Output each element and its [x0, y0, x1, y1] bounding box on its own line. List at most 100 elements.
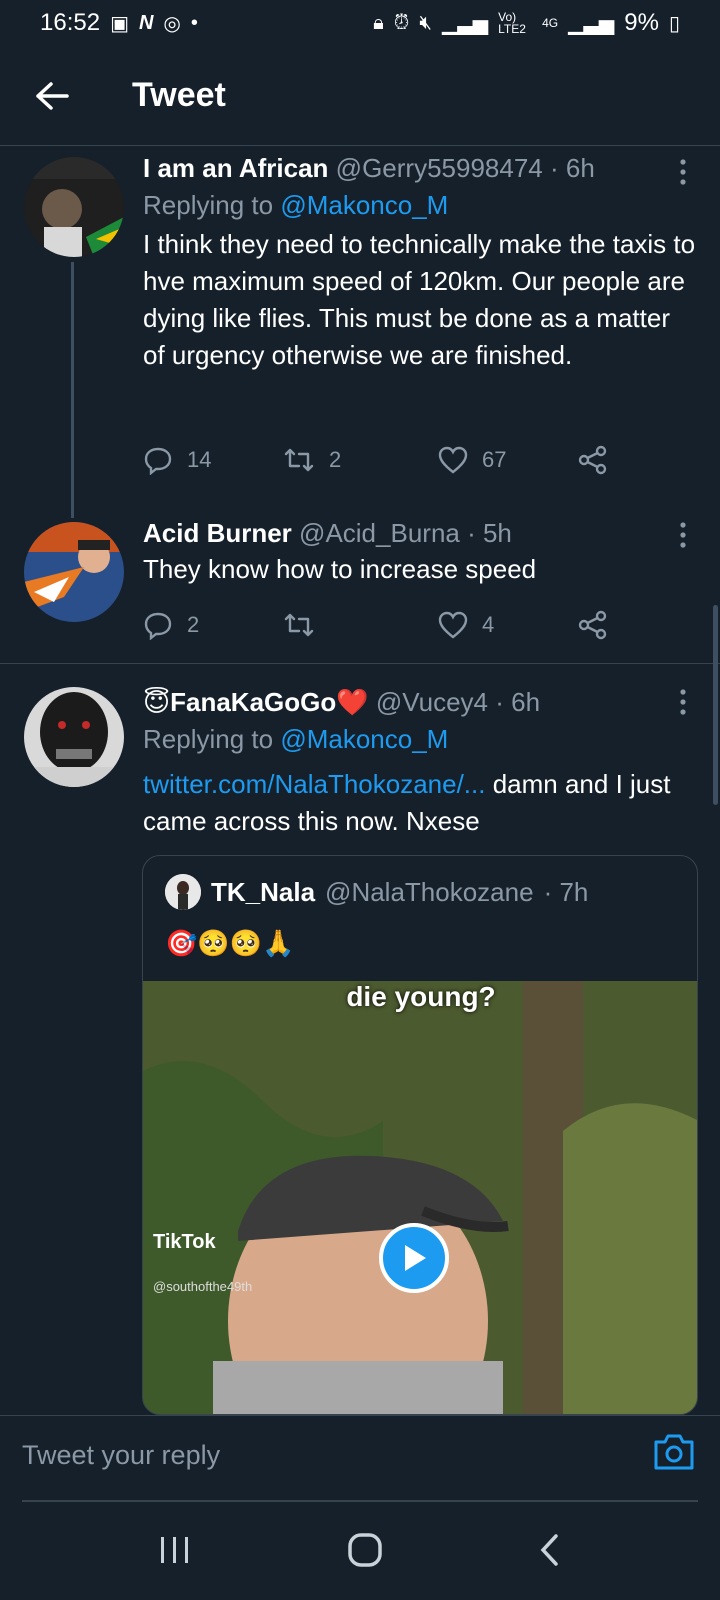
heart-icon	[438, 611, 468, 639]
camera-button[interactable]	[652, 1432, 696, 1476]
alarm-icon: ⏰︎	[393, 11, 410, 34]
reply-icon	[144, 612, 172, 640]
avatar[interactable]	[24, 522, 124, 622]
replying-to: Replying to @Makonco_M	[143, 720, 698, 758]
display-name[interactable]: 😇FanaKaGoGo❤️	[143, 687, 369, 717]
battery-level: 9%	[624, 9, 659, 36]
reply-input[interactable]: Tweet your reply	[22, 1440, 220, 1471]
display-name[interactable]: Acid Burner	[143, 518, 292, 548]
tweet-header: 😇FanaKaGoGo❤️ @Vucey4 · 6h	[143, 684, 698, 720]
like-count: 4	[482, 612, 495, 637]
share-button[interactable]	[578, 610, 608, 640]
video-scene	[143, 981, 697, 1414]
avatar-image	[24, 157, 124, 257]
timestamp: · 7h	[543, 876, 589, 907]
tweet-actions: 14 2 67	[143, 445, 608, 475]
tweet-text: I think they need to technically make th…	[143, 229, 696, 370]
reply-bar: Tweet your reply	[0, 1415, 720, 1505]
display-name[interactable]: I am an African	[143, 153, 328, 183]
video-thumbnail[interactable]: die young? TikTok @southofthe49th	[143, 981, 697, 1414]
tiktok-label: TikTok	[153, 1231, 216, 1253]
reply-mention-link[interactable]: @Makonco_M	[280, 190, 448, 220]
scrollbar[interactable]	[713, 605, 718, 805]
like-button[interactable]: 67	[438, 446, 578, 474]
more-options-button[interactable]	[668, 515, 698, 555]
like-count: 67	[482, 447, 507, 472]
mute-icon: 🔇︎	[419, 11, 432, 34]
reply-button[interactable]: 14	[143, 445, 283, 475]
timestamp: · 6h	[495, 687, 541, 717]
reply-mention-link[interactable]: @Makonco_M	[280, 724, 448, 754]
tweet[interactable]: Acid Burner @Acid_Burna · 5h They know h…	[143, 515, 698, 588]
reply-count: 2	[187, 612, 200, 637]
reply-count: 14	[187, 447, 212, 472]
status-time: 16:52	[40, 9, 101, 36]
network-label: Vo) LTE2	[498, 10, 526, 36]
handle[interactable]: @Gerry55998474	[336, 153, 543, 183]
more-options-button[interactable]	[668, 152, 698, 192]
tweet-link[interactable]: twitter.com/NalaThokozane/...	[143, 769, 485, 799]
page-title: Tweet	[132, 76, 226, 114]
camera-icon	[654, 1434, 694, 1470]
replying-prefix: Replying to	[143, 190, 281, 220]
quoted-tweet-header: TK_Nala @NalaThokozane · 7h	[165, 874, 588, 910]
like-button[interactable]: 4	[438, 611, 578, 639]
tweet[interactable]: I am an African @Gerry55998474 · 6h Repl…	[143, 150, 698, 374]
chevron-left-icon	[540, 1534, 559, 1566]
avatar-image	[24, 522, 124, 622]
notification-dot-icon: •	[190, 11, 198, 34]
recent-apps-icon	[160, 1537, 188, 1563]
battery-icon: ▯	[668, 12, 680, 35]
tweet-text: They know how to increase speed	[143, 554, 537, 584]
share-icon	[578, 610, 607, 640]
timestamp: · 6h	[549, 153, 595, 183]
play-button[interactable]	[379, 1223, 449, 1293]
reply-input-underline	[22, 1500, 698, 1502]
tweet-text: twitter.com/NalaThokozane/... damn and I…	[143, 766, 698, 840]
share-icon	[578, 445, 607, 475]
back-button[interactable]	[22, 66, 82, 126]
avatar-image	[165, 874, 201, 910]
lock-icon: 🔒︎	[373, 11, 384, 34]
handle[interactable]: @Vucey4	[376, 687, 488, 717]
video-caption: die young?	[346, 981, 496, 1012]
retweet-button[interactable]	[283, 611, 438, 639]
avatar[interactable]	[24, 687, 124, 787]
tweet-header: I am an African @Gerry55998474 · 6h	[143, 150, 698, 186]
n-app-icon: N	[138, 11, 154, 34]
quoted-tweet-text: 🎯🥺🥺🙏	[165, 928, 295, 958]
heart-icon	[438, 446, 468, 474]
back-nav-button[interactable]	[538, 1533, 562, 1572]
reply-button[interactable]: 2	[143, 610, 283, 640]
tweet-actions: 2 4	[143, 610, 608, 640]
quoted-tweet[interactable]: TK_Nala @NalaThokozane · 7h 🎯🥺🥺🙏 die you…	[142, 855, 698, 1415]
avatar[interactable]	[24, 157, 124, 257]
tweet-header: Acid Burner @Acid_Burna · 5h	[143, 515, 698, 551]
play-icon	[405, 1245, 426, 1271]
more-vertical-icon	[680, 689, 686, 715]
handle: @NalaThokozane	[325, 876, 534, 907]
instagram-icon: ◎	[163, 12, 181, 35]
share-button[interactable]	[578, 445, 608, 475]
retweet-icon	[284, 448, 314, 472]
more-options-button[interactable]	[668, 682, 698, 722]
gallery-icon: ▣	[110, 12, 129, 35]
system-nav-bar	[0, 1505, 720, 1600]
arrow-left-icon	[36, 81, 69, 110]
home-button[interactable]	[347, 1532, 383, 1573]
handle[interactable]: @Acid_Burna	[299, 518, 460, 548]
network-type: 4G	[542, 16, 559, 30]
status-bar: 16:52 ▣ N ◎ • 🔒︎ ⏰︎ 🔇︎ ▁▃▅ Vo) LTE2 4G ▁…	[0, 0, 720, 46]
top-bar: Tweet	[0, 46, 720, 146]
display-name: TK_Nala	[211, 876, 316, 907]
divider	[0, 663, 720, 664]
retweet-icon	[284, 613, 314, 637]
timestamp: · 5h	[467, 518, 512, 548]
retweet-count: 2	[329, 447, 342, 472]
tweet[interactable]: 😇FanaKaGoGo❤️ @Vucey4 · 6h Replying to @…	[143, 684, 698, 840]
retweet-button[interactable]: 2	[283, 446, 438, 474]
thread-line	[71, 262, 74, 518]
recent-apps-button[interactable]	[158, 1535, 192, 1570]
signal-icon: ▁▃▅	[441, 12, 489, 35]
replying-to: Replying to @Makonco_M	[143, 186, 698, 224]
